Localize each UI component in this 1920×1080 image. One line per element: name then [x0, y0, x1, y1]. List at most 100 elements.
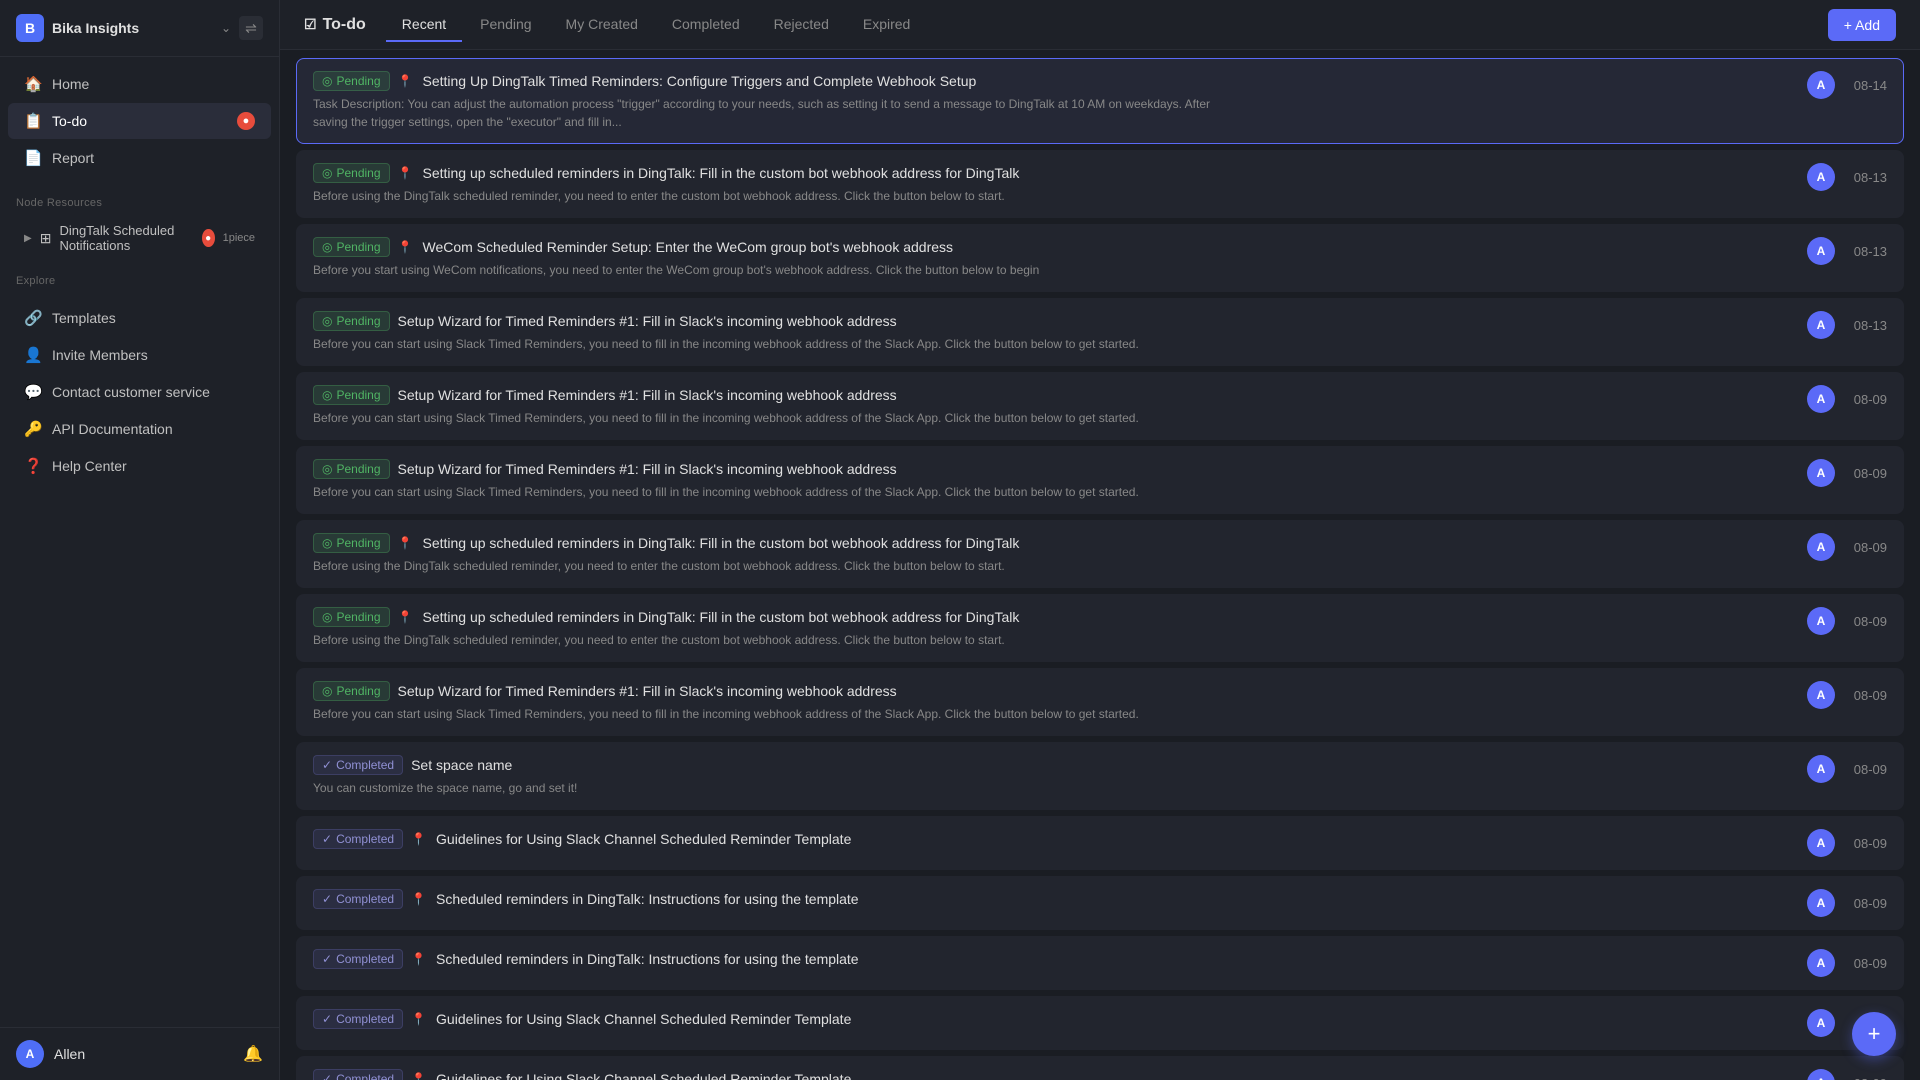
- status-badge: ◎ Pending: [313, 533, 390, 553]
- pin-icon: 📍: [411, 832, 426, 846]
- task-date: 08-13: [1847, 244, 1887, 259]
- tab-completed[interactable]: Completed: [656, 8, 756, 42]
- task-avatar: A: [1807, 459, 1835, 487]
- task-top: ◎ Pending Setup Wizard for Timed Reminde…: [313, 385, 897, 405]
- collapse-sidebar-button[interactable]: ⇌: [239, 16, 263, 40]
- task-item[interactable]: ◎ Pending 📍 Setting up scheduled reminde…: [296, 150, 1904, 218]
- task-description: Before using the DingTalk scheduled remi…: [313, 631, 1005, 649]
- badge-icon: ✓: [322, 1072, 332, 1080]
- sidebar-item-invite[interactable]: 👤 Invite Members: [8, 337, 271, 373]
- badge-icon: ✓: [322, 1012, 332, 1026]
- task-item[interactable]: ✓ Completed 📍 Guidelines for Using Slack…: [296, 996, 1904, 1050]
- sidebar-item-api[interactable]: 🔑 API Documentation: [8, 411, 271, 447]
- tab-pending[interactable]: Pending: [464, 8, 547, 42]
- sidebar-item-home[interactable]: 🏠 Home: [8, 66, 271, 102]
- task-title: Setting up scheduled reminders in DingTa…: [422, 535, 1019, 551]
- task-item[interactable]: ✓ Completed 📍 Guidelines for Using Slack…: [296, 1056, 1904, 1080]
- task-left: ✓ Completed 📍 Scheduled reminders in Din…: [313, 889, 1775, 909]
- task-top: ✓ Completed 📍 Scheduled reminders in Din…: [313, 889, 859, 909]
- badge-icon: ◎: [322, 610, 332, 624]
- dingtalk-badge: ●: [202, 229, 215, 247]
- task-top: ✓ Completed 📍 Guidelines for Using Slack…: [313, 1069, 851, 1080]
- task-title: Setup Wizard for Timed Reminders #1: Fil…: [398, 387, 897, 403]
- pin-icon: 📍: [411, 952, 426, 966]
- task-right: A 08-09: [1787, 607, 1887, 635]
- sidebar-item-templates[interactable]: 🔗 Templates: [8, 300, 271, 336]
- task-item[interactable]: ◎ Pending 📍 Setting up scheduled reminde…: [296, 520, 1904, 588]
- main-content: ☑ To-do Recent Pending My Created Comple…: [280, 0, 1920, 1080]
- task-top: ✓ Completed 📍 Scheduled reminders in Din…: [313, 949, 859, 969]
- task-item[interactable]: ◎ Pending Setup Wizard for Timed Reminde…: [296, 668, 1904, 736]
- task-item[interactable]: ◎ Pending 📍 Setting Up DingTalk Timed Re…: [296, 58, 1904, 144]
- invite-icon: 👤: [24, 346, 42, 364]
- badge-icon: ◎: [322, 314, 332, 328]
- task-title: Setting up scheduled reminders in DingTa…: [422, 165, 1019, 181]
- pin-icon: 📍: [398, 610, 413, 624]
- sidebar-footer: A Allen 🔔: [0, 1027, 279, 1080]
- status-badge: ◎ Pending: [313, 459, 390, 479]
- task-description: Before you can start using Slack Timed R…: [313, 483, 1139, 501]
- badge-icon: ◎: [322, 166, 332, 180]
- task-date: 08-14: [1847, 78, 1887, 93]
- task-date: 08-09: [1847, 614, 1887, 629]
- sidebar-item-report-label: Report: [52, 150, 94, 166]
- fab-add-button[interactable]: +: [1852, 1012, 1896, 1056]
- task-right: A 08-09: [1787, 681, 1887, 709]
- task-title: Guidelines for Using Slack Channel Sched…: [436, 1071, 851, 1080]
- badge-icon: ◎: [322, 462, 332, 476]
- add-button[interactable]: + Add: [1828, 9, 1896, 41]
- bell-icon[interactable]: 🔔: [243, 1044, 263, 1064]
- task-date: 08-13: [1847, 318, 1887, 333]
- sidebar-item-help-label: Help Center: [52, 458, 127, 474]
- help-icon: ❓: [24, 457, 42, 475]
- task-date: 08-09: [1847, 466, 1887, 481]
- task-avatar: A: [1807, 949, 1835, 977]
- task-item[interactable]: ✓ Completed 📍 Scheduled reminders in Din…: [296, 936, 1904, 990]
- tab-recent[interactable]: Recent: [386, 8, 462, 42]
- sidebar-item-help[interactable]: ❓ Help Center: [8, 448, 271, 484]
- sidebar-item-contact[interactable]: 💬 Contact customer service: [8, 374, 271, 410]
- task-right: A 08-09: [1787, 889, 1887, 917]
- task-title: Setup Wizard for Timed Reminders #1: Fil…: [398, 683, 897, 699]
- templates-icon: 🔗: [24, 309, 42, 327]
- task-avatar: A: [1807, 607, 1835, 635]
- task-item[interactable]: ✓ Completed Set space name You can custo…: [296, 742, 1904, 810]
- sidebar: B Bika Insights ⌄ ⇌ 🏠 Home 📋 To-do ● 📄 R…: [0, 0, 280, 1080]
- task-avatar: A: [1807, 385, 1835, 413]
- pin-icon: 📍: [398, 240, 413, 254]
- todo-header-icon: ☑: [304, 16, 317, 33]
- task-top: ◎ Pending Setup Wizard for Timed Reminde…: [313, 681, 897, 701]
- contact-icon: 💬: [24, 383, 42, 401]
- task-date: 08-09: [1847, 392, 1887, 407]
- task-left: ◎ Pending 📍 WeCom Scheduled Reminder Set…: [313, 237, 1775, 279]
- grid-icon: ⊞: [40, 230, 52, 247]
- task-title: Setup Wizard for Timed Reminders #1: Fil…: [398, 461, 897, 477]
- sidebar-item-report[interactable]: 📄 Report: [8, 140, 271, 176]
- pin-icon: 📍: [411, 892, 426, 906]
- task-description: Task Description: You can adjust the aut…: [313, 95, 1213, 131]
- tab-rejected[interactable]: Rejected: [758, 8, 845, 42]
- task-date: 08-09: [1847, 1076, 1887, 1080]
- sidebar-item-todo[interactable]: 📋 To-do ●: [8, 103, 271, 139]
- workspace-name: Bika Insights: [52, 20, 213, 36]
- task-item[interactable]: ◎ Pending Setup Wizard for Timed Reminde…: [296, 446, 1904, 514]
- badge-icon: ◎: [322, 74, 332, 88]
- task-avatar: A: [1807, 755, 1835, 783]
- task-right: A 08-09: [1787, 1069, 1887, 1080]
- task-date: 08-13: [1847, 170, 1887, 185]
- todo-badge: ●: [237, 112, 255, 130]
- task-date: 08-09: [1847, 836, 1887, 851]
- task-item[interactable]: ◎ Pending 📍 WeCom Scheduled Reminder Set…: [296, 224, 1904, 292]
- task-item[interactable]: ✓ Completed 📍 Scheduled reminders in Din…: [296, 876, 1904, 930]
- tab-expired[interactable]: Expired: [847, 8, 926, 42]
- task-item[interactable]: ◎ Pending Setup Wizard for Timed Reminde…: [296, 298, 1904, 366]
- task-item[interactable]: ✓ Completed 📍 Guidelines for Using Slack…: [296, 816, 1904, 870]
- badge-icon: ✓: [322, 832, 332, 846]
- sidebar-item-dingtalk[interactable]: ▶ ⊞ DingTalk Scheduled Notifications ● 1…: [8, 214, 271, 262]
- task-item[interactable]: ◎ Pending 📍 Setting up scheduled reminde…: [296, 594, 1904, 662]
- task-item[interactable]: ◎ Pending Setup Wizard for Timed Reminde…: [296, 372, 1904, 440]
- task-description: Before you start using WeCom notificatio…: [313, 261, 1039, 279]
- user-name: Allen: [54, 1046, 233, 1062]
- task-description: Before using the DingTalk scheduled remi…: [313, 187, 1005, 205]
- tab-my-created[interactable]: My Created: [550, 8, 654, 42]
